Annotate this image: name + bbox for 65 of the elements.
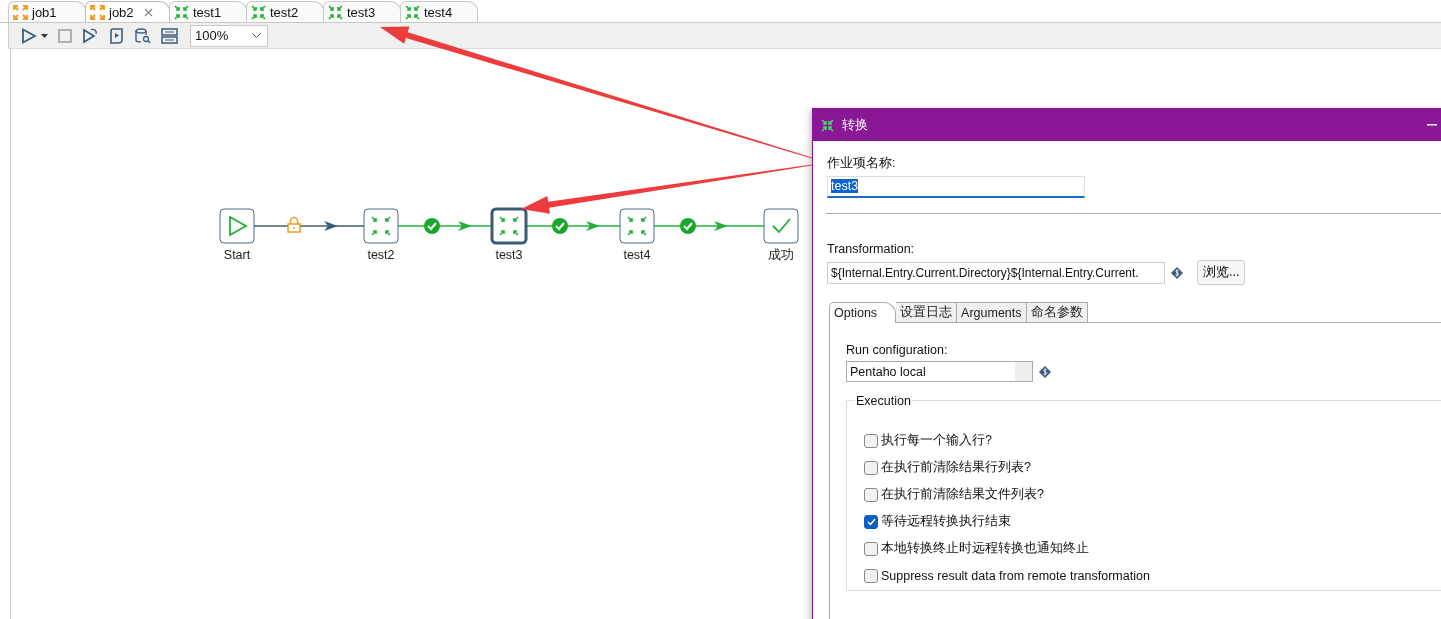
check-circle-icon (552, 218, 568, 234)
dialog-tab[interactable]: 命名参数 (1026, 302, 1088, 322)
run-icon[interactable] (21, 27, 37, 44)
checkbox-label: 在执行前清除结果文件列表? (881, 486, 1044, 503)
node-label: test4 (623, 248, 651, 262)
dialog-tab[interactable]: Arguments (957, 302, 1027, 322)
checkbox-label: Suppress result data from remote transformation (881, 568, 1150, 583)
node-label: test2 (367, 248, 395, 262)
file-tab[interactable]: test2 (246, 1, 324, 22)
run-configuration-dropdown[interactable]: Pentaho local (846, 361, 1033, 382)
checkbox-label: 在执行前清除结果行列表? (881, 459, 1031, 476)
browse-button[interactable]: 浏览... (1197, 260, 1246, 285)
field-label: 作业项名称: (827, 155, 897, 172)
file-tab[interactable]: job1 (8, 1, 86, 22)
job-arrows-icon (13, 4, 28, 20)
chevron-down-icon (252, 33, 261, 38)
caret-icon[interactable] (41, 33, 48, 38)
dialog-tab[interactable]: Options (829, 302, 897, 323)
file-tab[interactable]: test1 (169, 1, 247, 22)
script-icon[interactable] (109, 27, 124, 44)
file-tab[interactable]: test4 (400, 1, 478, 22)
database-search-icon[interactable] (134, 27, 151, 44)
transformation-arrows-icon (405, 4, 420, 20)
job-entry-node[interactable] (619, 208, 655, 244)
transformation-arrows-icon (251, 4, 266, 20)
transformation-arrows-icon (174, 4, 189, 20)
checkbox[interactable] (864, 568, 878, 583)
group-title: Execution (855, 394, 912, 408)
transformation-arrows-icon (328, 4, 343, 20)
job-entry-node[interactable] (763, 208, 799, 244)
lock-icon (287, 216, 301, 233)
variable-icon[interactable] (1171, 266, 1183, 279)
checkbox-label: 等待远程转换执行结束 (881, 513, 1011, 530)
close-icon[interactable] (143, 7, 153, 17)
node-label: test3 (495, 248, 523, 262)
checkbox[interactable] (864, 514, 878, 529)
input-field[interactable]: ${Internal.Entry.Current.Directory}${Internal.Entry.Current. (827, 261, 1165, 284)
check-circle-icon (424, 218, 440, 234)
checkbox[interactable] (864, 433, 878, 448)
minimize-icon[interactable] (1427, 124, 1437, 126)
check-circle-icon (680, 218, 696, 234)
variable-icon[interactable] (1039, 365, 1051, 378)
zoom-dropdown[interactable]: 100% (190, 24, 268, 47)
input-field[interactable]: test3 (827, 176, 1085, 198)
file-tab[interactable]: test3 (323, 1, 401, 22)
server-icon[interactable] (161, 27, 178, 44)
file-tab[interactable]: job2 (85, 1, 170, 22)
checkbox-label: 执行每一个输入行? (881, 432, 992, 449)
run-options-icon[interactable] (82, 27, 99, 44)
field-label: Run configuration: (846, 343, 949, 357)
job-entry-node[interactable] (363, 208, 399, 244)
checkbox[interactable] (864, 541, 878, 556)
node-label: 成功 (768, 248, 794, 262)
job-entry-node[interactable] (490, 207, 528, 245)
job-entry-node[interactable] (219, 208, 255, 244)
checkbox[interactable] (864, 487, 878, 502)
stop-icon[interactable] (58, 28, 72, 43)
dialog-tab[interactable]: 设置日志 (896, 302, 958, 322)
node-label: Start (223, 248, 251, 262)
transformation-arrows-icon (821, 118, 834, 132)
checkbox[interactable] (864, 460, 878, 475)
dialog-title: 转换 (842, 116, 868, 134)
field-label: Transformation: (827, 242, 916, 256)
job-arrows-icon (90, 4, 105, 20)
checkbox-label: 本地转换终止时远程转换也通知终止 (881, 540, 1089, 557)
